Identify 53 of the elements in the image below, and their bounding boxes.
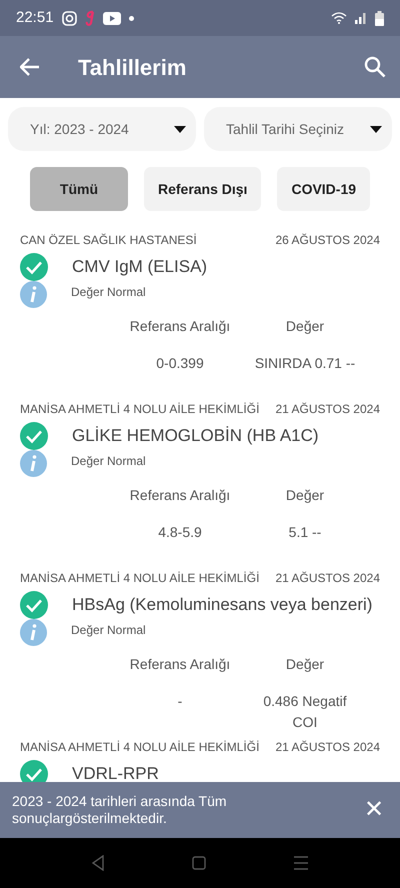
caret-icon xyxy=(174,126,186,132)
result-date: 21 AĞUSTOS 2024 xyxy=(275,401,380,418)
wifi-icon xyxy=(331,12,347,24)
column-label: Referans Aralığı xyxy=(130,486,230,505)
status-note: Değer Normal xyxy=(71,622,146,639)
battery-icon xyxy=(375,10,384,26)
result-value: 5.1 -- xyxy=(288,523,322,542)
result-date: 21 AĞUSTOS 2024 xyxy=(275,739,380,756)
column-label: Değer xyxy=(286,317,324,336)
play-icon xyxy=(102,12,121,24)
dot-icon xyxy=(128,16,134,20)
snackbar-message: 2023 - 2024 tarihleri arasında Tüm sonuçlargösterilmektedir. xyxy=(12,793,228,827)
app-icon xyxy=(84,10,95,26)
column-label: Değer xyxy=(286,486,324,505)
facility-name: CAN ÖZEL SAĞLIK HASTANESİ xyxy=(20,232,197,249)
filter-tab[interactable]: Referans Dışı xyxy=(144,167,262,211)
test-name: VDRL-RPR xyxy=(72,763,159,782)
dropdown[interactable]: Yıl: 2023 - 2024 xyxy=(8,107,196,151)
home-icon[interactable] xyxy=(192,856,206,870)
facility-name: MANİSA AHMETLİ 4 NOLU AİLE HEKİMLİĞİ xyxy=(20,570,260,587)
menu-icon[interactable] xyxy=(292,856,309,870)
facility-name: MANİSA AHMETLİ 4 NOLU AİLE HEKİMLİĞİ xyxy=(20,401,260,418)
reference-range: 4.8-5.9 xyxy=(158,523,202,542)
camera-icon xyxy=(62,10,77,26)
info-icon[interactable] xyxy=(20,450,47,477)
filter-tab[interactable]: Tümü xyxy=(30,167,128,211)
dropdown[interactable]: Tahlil Tarihi Seçiniz xyxy=(204,107,392,151)
test-name: HBsAg (Kemoluminesans veya benzeri) xyxy=(72,594,372,616)
signal-icon xyxy=(355,12,367,24)
search-icon[interactable] xyxy=(364,56,386,78)
result-date: 26 AĞUSTOS 2024 xyxy=(275,232,380,249)
column-label: Değer xyxy=(286,655,324,674)
status-note: Değer Normal xyxy=(71,453,146,470)
filter-tab[interactable]: COVID-19 xyxy=(277,167,370,211)
back-icon[interactable] xyxy=(91,855,106,871)
status-note: Değer Normal xyxy=(71,284,146,301)
close-button[interactable]: ✕ xyxy=(360,792,388,828)
facility-name: MANİSA AHMETLİ 4 NOLU AİLE HEKİMLİĞİ xyxy=(20,739,260,756)
test-name: CMV IgM (ELISA) xyxy=(72,256,208,278)
test-name: GLİKE HEMOGLOBİN (HB A1C) xyxy=(72,425,319,448)
caret-icon xyxy=(370,126,382,132)
column-label: Referans Aralığı xyxy=(130,655,230,674)
back-arrow-icon[interactable] xyxy=(20,58,40,76)
result-value: SINIRDA 0.71 -- xyxy=(254,354,356,373)
info-icon[interactable] xyxy=(20,281,47,308)
screen-title: Tahlillerim xyxy=(78,54,186,82)
result-date: 21 AĞUSTOS 2024 xyxy=(275,570,380,587)
clock-time: 22:51 xyxy=(16,8,54,28)
reference-range: 0-0.399 xyxy=(156,354,204,373)
column-label: Referans Aralığı xyxy=(130,317,230,336)
info-icon[interactable] xyxy=(20,619,47,646)
result-value: 0.486 Negatif COI xyxy=(262,692,348,732)
reference-range: - xyxy=(178,692,182,711)
